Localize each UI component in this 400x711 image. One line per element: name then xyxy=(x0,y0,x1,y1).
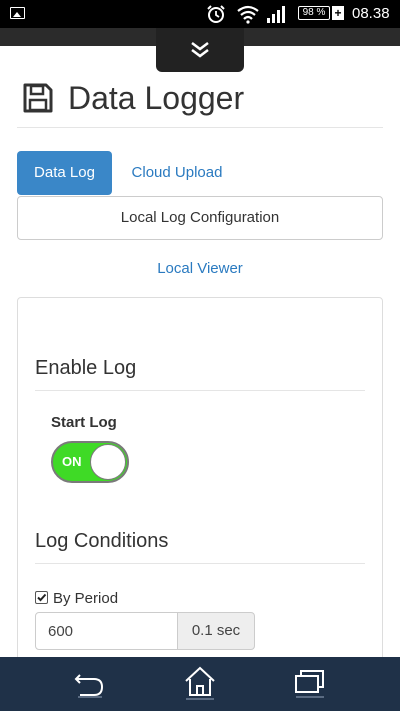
back-icon[interactable] xyxy=(72,663,108,703)
period-input[interactable] xyxy=(35,612,178,650)
by-period-label: By Period xyxy=(53,590,119,607)
battery-charging-icon: + xyxy=(332,6,344,20)
double-chevron-down-icon xyxy=(191,42,209,58)
wifi-icon xyxy=(237,5,259,24)
image-icon xyxy=(10,7,25,19)
tab-data-log[interactable]: Data Log xyxy=(17,151,112,195)
start-log-toggle[interactable]: ON xyxy=(51,441,129,483)
start-log-label: Start Log xyxy=(51,414,117,431)
enable-log-heading: Enable Log xyxy=(35,357,137,379)
pulldown-tab[interactable] xyxy=(156,28,244,72)
signal-icon xyxy=(267,6,285,23)
alarm-icon xyxy=(207,5,225,23)
checkmark-icon xyxy=(37,593,47,602)
toggle-knob xyxy=(90,444,126,480)
navigation-bar xyxy=(0,657,400,711)
divider xyxy=(35,563,365,564)
page-title: Data Logger xyxy=(68,80,245,116)
period-unit-addon: 0.1 sec xyxy=(177,612,255,650)
status-bar: 98 % + 08.38 xyxy=(0,0,400,28)
floppy-disk-icon xyxy=(23,83,53,113)
local-viewer-link[interactable]: Local Viewer xyxy=(0,258,400,280)
toggle-state-label: ON xyxy=(62,454,82,469)
by-period-checkbox[interactable] xyxy=(35,591,48,604)
log-conditions-heading: Log Conditions xyxy=(35,530,169,552)
clock: 08.38 xyxy=(352,5,390,22)
divider xyxy=(35,390,365,391)
divider xyxy=(17,127,383,128)
recent-apps-icon[interactable] xyxy=(292,663,328,703)
home-icon[interactable] xyxy=(182,663,218,705)
tab-cloud-upload[interactable]: Cloud Upload xyxy=(117,151,237,195)
local-log-configuration-button[interactable]: Local Log Configuration xyxy=(17,196,383,240)
battery-level: 98 % xyxy=(298,6,330,20)
